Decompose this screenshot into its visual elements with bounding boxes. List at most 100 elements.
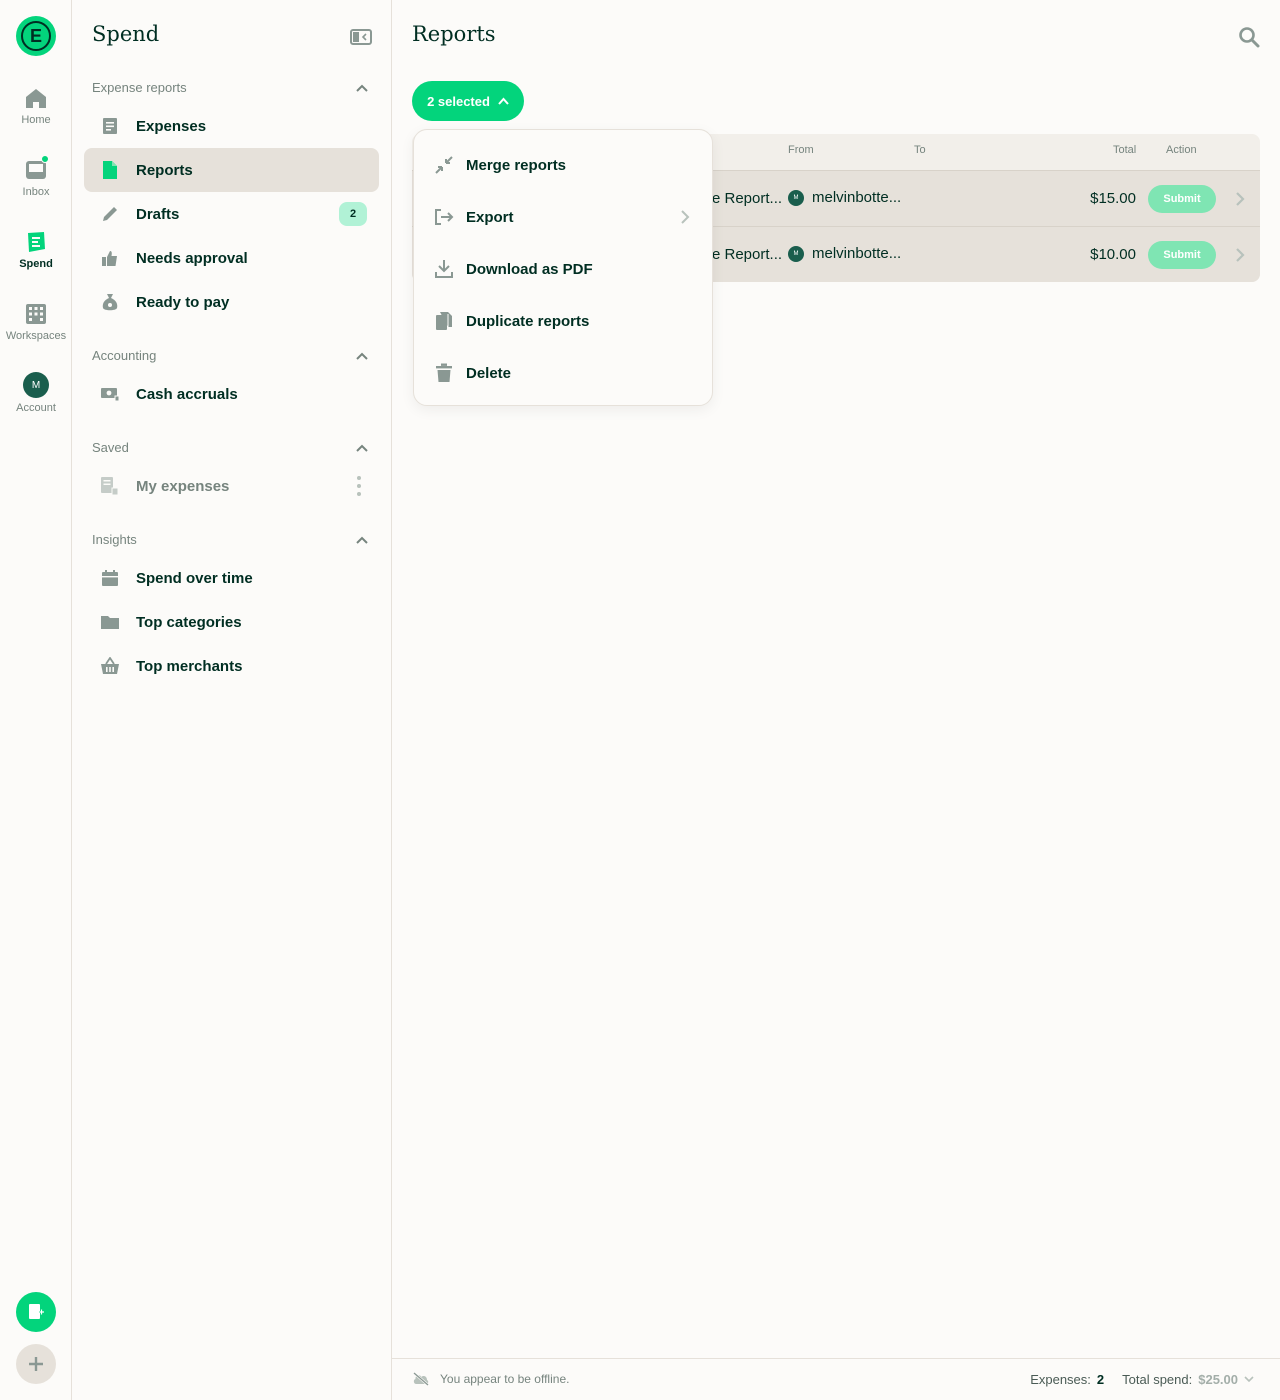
sidebar-item-my-expenses[interactable]: My expenses	[84, 464, 379, 508]
money-bag-icon	[100, 292, 120, 312]
sidebar-item-top-categories[interactable]: Top categories	[84, 600, 379, 644]
create-expense-button[interactable]	[16, 1292, 56, 1332]
rail-item-spend[interactable]: Spend	[0, 230, 72, 270]
export-icon	[434, 207, 454, 227]
plus-icon	[29, 1357, 43, 1371]
menu-item-label: Merge reports	[466, 156, 567, 174]
report-title: e Report...	[712, 246, 783, 263]
submit-button[interactable]: Submit	[1148, 241, 1216, 269]
sidebar-item-spend-over-time[interactable]: Spend over time	[84, 556, 379, 600]
menu-item-merge-reports[interactable]: Merge reports	[414, 139, 714, 191]
building-icon	[24, 302, 48, 326]
menu-item-label: Delete	[466, 364, 512, 382]
thumbs-up-icon	[100, 248, 120, 268]
section-label: Insights	[92, 532, 137, 547]
more-options-icon[interactable]	[357, 476, 361, 496]
offline-indicator: You appear to be offline.	[412, 1372, 569, 1386]
totals-summary[interactable]: Expenses: 2 Total spend: $25.00	[1030, 1372, 1254, 1387]
sidebar-item-label: Top merchants	[136, 657, 243, 675]
chevron-up-icon	[356, 84, 368, 92]
logo-mark: E	[21, 21, 51, 51]
selected-count-label: 2 selected	[427, 93, 490, 109]
sidebar-item-reports[interactable]: Reports	[84, 148, 379, 192]
from-name: melvinbotte...	[812, 189, 902, 206]
column-header-total[interactable]: Total	[1113, 144, 1136, 156]
rail-item-inbox[interactable]: Inbox	[0, 155, 72, 198]
cloud-offline-icon	[413, 1372, 429, 1386]
sidebar-item-drafts[interactable]: Drafts 2	[84, 192, 379, 236]
bulk-actions-menu: Merge reports Export Download as PDF Dup…	[413, 129, 713, 406]
rail-item-home[interactable]: Home	[0, 86, 72, 126]
status-footer: You appear to be offline. Expenses: 2 To…	[392, 1358, 1280, 1400]
merge-icon	[434, 155, 454, 175]
chevron-down-icon	[1244, 1376, 1254, 1383]
sidebar-item-label: Cash accruals	[136, 385, 238, 403]
sidebar-item-label: Expenses	[136, 117, 207, 135]
section-expense-reports[interactable]: Expense reports	[92, 80, 368, 95]
menu-item-delete[interactable]: Delete	[414, 347, 714, 399]
menu-item-export[interactable]: Export	[414, 191, 714, 243]
menu-item-duplicate-reports[interactable]: Duplicate reports	[414, 295, 714, 347]
report-total: $10.00	[1090, 246, 1136, 263]
chevron-right-icon	[680, 209, 690, 225]
sidebar-item-label: Reports	[136, 161, 193, 179]
section-label: Saved	[92, 440, 129, 455]
sidebar-item-expenses[interactable]: Expenses	[84, 104, 379, 148]
sidebar-item-ready-to-pay[interactable]: Ready to pay	[84, 280, 379, 324]
chevron-right-icon[interactable]	[1234, 191, 1246, 207]
pencil-icon	[100, 204, 120, 224]
rail-item-workspaces[interactable]: Workspaces	[0, 302, 72, 342]
sidebar-item-label: Top categories	[136, 613, 242, 631]
left-rail: E Home Inbox Spend Workspaces M Account	[0, 0, 72, 1400]
drafts-count-badge: 2	[339, 202, 367, 226]
column-header-to[interactable]: To	[914, 144, 926, 156]
report-from: M melvinbotte...	[788, 189, 901, 206]
rail-item-account[interactable]: M Account	[0, 372, 72, 414]
section-accounting[interactable]: Accounting	[92, 348, 368, 363]
total-spend-value: $25.00	[1198, 1372, 1238, 1387]
total-spend-label: Total spend:	[1122, 1372, 1193, 1387]
column-header-from[interactable]: From	[788, 144, 814, 156]
report-from: M melvinbotte...	[788, 245, 901, 262]
column-header-action: Action	[1166, 144, 1197, 156]
submit-button[interactable]: Submit	[1148, 185, 1216, 213]
menu-item-download-pdf[interactable]: Download as PDF	[414, 243, 714, 295]
sidebar-item-needs-approval[interactable]: Needs approval	[84, 236, 379, 280]
inbox-icon	[24, 155, 49, 182]
from-avatar: M	[788, 245, 804, 262]
sidebar-item-label: Needs approval	[136, 249, 248, 267]
new-receipt-icon	[29, 1304, 44, 1319]
rail-label-home: Home	[21, 114, 51, 126]
sidebar-item-label: My expenses	[136, 477, 230, 495]
saved-search-icon	[100, 476, 120, 496]
chevron-right-icon[interactable]	[1234, 247, 1246, 263]
rail-label-spend: Spend	[19, 258, 53, 270]
sidebar-item-top-merchants[interactable]: Top merchants	[84, 644, 379, 688]
section-label: Accounting	[92, 348, 157, 363]
expensify-logo[interactable]: E	[16, 16, 56, 56]
expenses-count: 2	[1096, 1372, 1105, 1387]
report-title: e Report...	[712, 190, 783, 207]
collapse-sidebar-button[interactable]	[350, 28, 372, 46]
sidebar-item-label: Spend over time	[136, 569, 253, 587]
section-saved[interactable]: Saved	[92, 440, 368, 455]
spend-sidebar: Spend Expense reports Expenses Reports D…	[72, 0, 392, 1400]
section-insights[interactable]: Insights	[92, 532, 368, 547]
search-icon	[1239, 27, 1260, 48]
home-icon	[24, 86, 48, 110]
sidebar-item-label: Ready to pay	[136, 293, 230, 311]
sidebar-item-cash-accruals[interactable]: Cash accruals	[84, 372, 379, 416]
add-button[interactable]	[16, 1344, 56, 1384]
menu-item-label: Duplicate reports	[466, 312, 590, 330]
chevron-up-icon	[498, 97, 509, 105]
duplicate-icon	[434, 311, 454, 331]
report-total: $15.00	[1090, 190, 1136, 207]
rail-label-inbox: Inbox	[22, 186, 50, 198]
section-label: Expense reports	[92, 80, 187, 95]
sidebar-item-label: Drafts	[136, 205, 180, 223]
search-button[interactable]	[1238, 26, 1260, 48]
calendar-icon	[100, 568, 120, 588]
expenses-count-label: Expenses:	[1030, 1372, 1091, 1387]
chevron-up-icon	[356, 352, 368, 360]
selection-dropdown-button[interactable]: 2 selected	[412, 81, 524, 121]
